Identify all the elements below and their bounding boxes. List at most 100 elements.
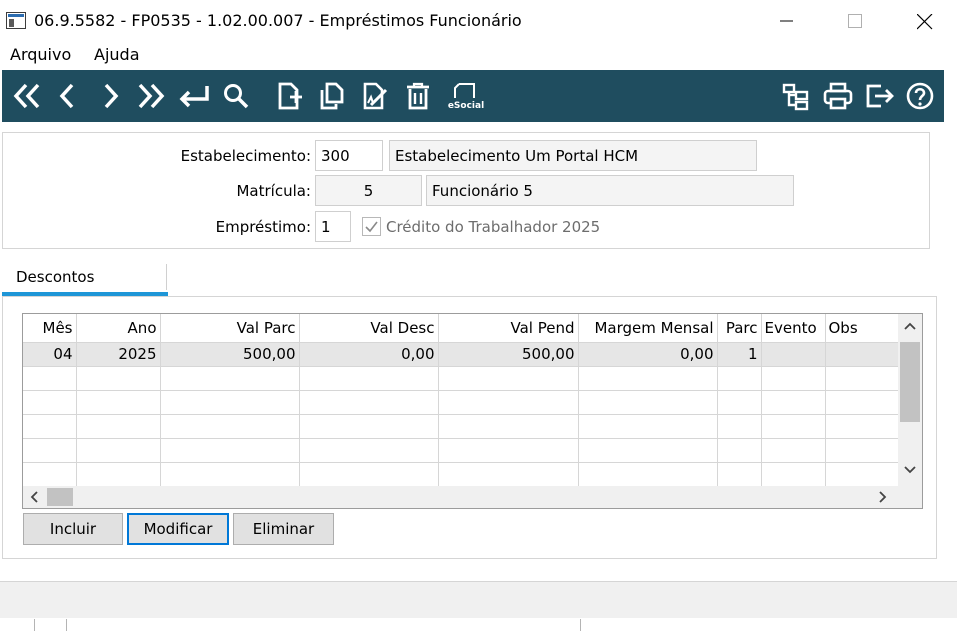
bottom-separator xyxy=(34,619,35,631)
new-button[interactable] xyxy=(272,79,308,113)
bottom-strip xyxy=(0,618,957,631)
menu-ajuda[interactable]: Ajuda xyxy=(94,45,140,64)
first-record-icon xyxy=(13,83,40,109)
help-icon xyxy=(906,82,934,110)
minimize-button[interactable] xyxy=(763,6,809,36)
cell-val-desc: 0,00 xyxy=(299,342,439,367)
scroll-right-icon[interactable] xyxy=(878,491,888,507)
close-icon xyxy=(917,14,933,30)
column-header-val-pend[interactable]: Val Pend xyxy=(438,314,579,343)
search-button[interactable] xyxy=(218,79,254,113)
maximize-icon xyxy=(848,14,862,28)
exit-button[interactable] xyxy=(862,79,898,113)
cell-evento xyxy=(761,342,826,367)
last-record-icon xyxy=(138,83,165,109)
column-header-val-desc[interactable]: Val Desc xyxy=(299,314,439,343)
estabelecimento-name-field: Estabelecimento Um Portal HCM xyxy=(389,140,757,171)
goto-button[interactable] xyxy=(176,79,212,113)
descontos-grid[interactable]: Mês Ano Val Parc Val Desc Val Pend Marge… xyxy=(22,313,923,509)
menu-bar: Arquivo Ajuda xyxy=(0,42,957,70)
tab-divider xyxy=(166,264,167,290)
maximize-button[interactable] xyxy=(831,6,877,36)
table-row-empty[interactable] xyxy=(23,390,899,415)
esocial-button[interactable]: eSocial xyxy=(446,79,486,113)
grid-header-row: Mês Ano Val Parc Val Desc Val Pend Marge… xyxy=(23,314,899,343)
cell-val-parc: 500,00 xyxy=(160,342,300,367)
new-icon xyxy=(278,82,302,110)
edit-icon xyxy=(363,82,388,110)
vertical-scroll-thumb[interactable] xyxy=(900,342,920,422)
next-record-button[interactable] xyxy=(92,79,128,113)
window-title: 06.9.5582 - FP0535 - 1.02.00.007 - Empré… xyxy=(34,11,522,30)
matricula-code-field[interactable]: 5 xyxy=(315,175,422,206)
minimize-icon xyxy=(780,20,793,22)
emprestimo-label: Empréstimo: xyxy=(215,218,311,236)
scroll-down-icon[interactable] xyxy=(904,464,916,479)
column-header-ano[interactable]: Ano xyxy=(76,314,161,343)
status-bar xyxy=(0,582,957,618)
print-button[interactable] xyxy=(820,79,856,113)
esocial-icon: eSocial xyxy=(448,83,484,111)
column-header-margem-mensal[interactable]: Margem Mensal xyxy=(578,314,718,343)
copy-button[interactable] xyxy=(314,79,350,113)
horizontal-scrollbar[interactable] xyxy=(23,486,922,508)
toolbar: eSocial xyxy=(2,70,944,122)
copy-icon xyxy=(320,82,344,110)
next-record-icon xyxy=(104,83,119,109)
bottom-separator xyxy=(66,619,67,631)
column-header-obs[interactable]: Obs xyxy=(825,314,899,343)
previous-record-button[interactable] xyxy=(50,79,86,113)
hierarchy-icon xyxy=(782,83,809,111)
exit-icon xyxy=(866,84,894,108)
delete-button[interactable] xyxy=(400,79,436,113)
last-record-button[interactable] xyxy=(132,79,168,113)
first-record-button[interactable] xyxy=(10,79,46,113)
matricula-name-field: Funcionário 5 xyxy=(426,175,794,206)
emprestimo-field[interactable]: 1 xyxy=(315,211,351,242)
checkmark-icon xyxy=(365,221,378,233)
hierarchy-button[interactable] xyxy=(778,79,814,113)
vertical-scrollbar[interactable] xyxy=(898,314,922,486)
cell-val-pend: 500,00 xyxy=(438,342,579,367)
close-button[interactable] xyxy=(900,6,946,36)
previous-record-icon xyxy=(59,83,74,109)
modificar-button[interactable]: Modificar xyxy=(127,513,229,545)
cell-ano: 2025 xyxy=(76,342,161,367)
table-row-empty[interactable] xyxy=(23,414,899,439)
eliminar-button[interactable]: Eliminar xyxy=(233,513,334,545)
column-header-parc[interactable]: Parc xyxy=(717,314,762,343)
cell-parc: 1 xyxy=(717,342,762,367)
header-form: Estabelecimento: 300 Estabelecimento Um … xyxy=(2,132,930,249)
matricula-label: Matrícula: xyxy=(236,182,311,200)
table-row-empty[interactable] xyxy=(23,462,899,487)
tab-descontos-label: Descontos xyxy=(16,268,95,286)
credito-trabalhador-checkbox[interactable] xyxy=(362,217,381,236)
table-row-empty[interactable] xyxy=(23,366,899,391)
edit-button[interactable] xyxy=(358,79,394,113)
esocial-label: eSocial xyxy=(448,101,484,111)
descontos-table: Mês Ano Val Parc Val Desc Val Pend Marge… xyxy=(23,314,899,487)
column-header-evento[interactable]: Evento xyxy=(761,314,826,343)
estabelecimento-label: Estabelecimento: xyxy=(180,147,311,165)
column-header-mes[interactable]: Mês xyxy=(23,314,77,343)
cell-mes: 04 xyxy=(23,342,77,367)
bottom-separator xyxy=(580,619,581,631)
incluir-button[interactable]: Incluir xyxy=(23,513,123,545)
table-row-empty[interactable] xyxy=(23,438,899,463)
goto-icon xyxy=(179,86,209,108)
search-icon xyxy=(224,84,249,109)
app-icon[interactable] xyxy=(6,12,26,29)
scroll-up-icon[interactable] xyxy=(904,320,916,335)
title-bar: 06.9.5582 - FP0535 - 1.02.00.007 - Empré… xyxy=(0,0,957,42)
cell-margem-mensal: 0,00 xyxy=(578,342,718,367)
estabelecimento-code-field[interactable]: 300 xyxy=(315,140,383,171)
help-button[interactable] xyxy=(902,79,938,113)
print-icon xyxy=(823,82,853,110)
column-header-val-parc[interactable]: Val Parc xyxy=(160,314,300,343)
scroll-left-icon[interactable] xyxy=(29,491,39,507)
cell-obs xyxy=(825,342,899,367)
table-row[interactable]: 04 2025 500,00 0,00 500,00 0,00 1 xyxy=(23,342,899,367)
menu-arquivo[interactable]: Arquivo xyxy=(10,45,71,64)
tab-descontos[interactable]: Descontos xyxy=(2,262,168,296)
horizontal-scroll-thumb[interactable] xyxy=(47,488,73,506)
